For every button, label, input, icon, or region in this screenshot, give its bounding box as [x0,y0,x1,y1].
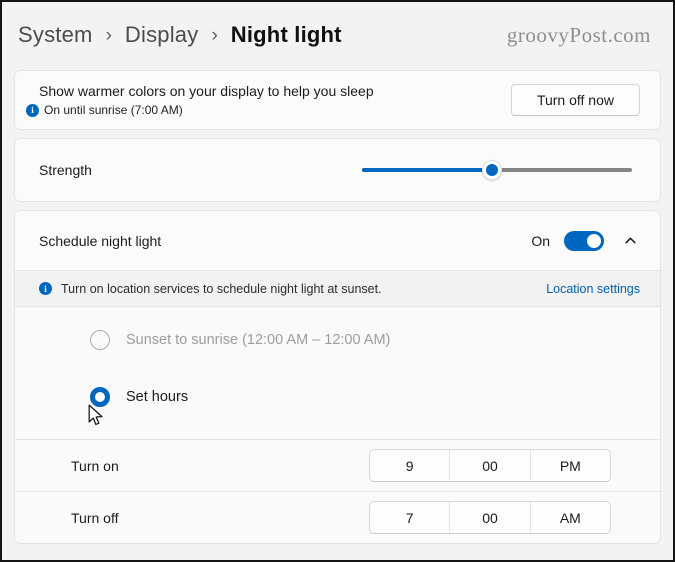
turn-off-hour-field[interactable]: 7 [370,502,449,533]
schedule-label: Schedule night light [39,232,162,249]
option-sunset-to-sunrise: Sunset to sunrise (12:00 AM – 12:00 AM) [90,330,660,350]
strength-slider-thumb[interactable] [481,160,502,180]
watermark: groovyPost.com [506,22,651,47]
location-info-bar: i Turn on location services to schedule … [15,271,660,306]
info-icon: i [39,282,52,295]
night-light-status-card: Show warmer colors on your display to he… [14,70,661,130]
breadcrumb: System › Display › Night light [18,22,342,48]
night-light-status-info: Show warmer colors on your display to he… [26,83,374,117]
strength-slider[interactable] [362,160,632,180]
strength-slider-fill [362,168,492,172]
strength-card: Strength [14,138,661,202]
toggle-knob [587,233,601,248]
turn-off-minute-field[interactable]: 00 [449,502,529,533]
location-info-left: i Turn on location services to schedule … [39,282,382,296]
chevron-right-icon: › [105,24,112,46]
option-set-hours-label: Set hours [126,389,189,405]
location-info-text: Turn on location services to schedule ni… [61,281,382,296]
schedule-options: Sunset to sunrise (12:00 AM – 12:00 AM) … [15,307,660,439]
turn-on-hour-field[interactable]: 9 [370,450,449,481]
night-light-status-text: On until sunrise (7:00 AM) [44,103,183,117]
turn-off-row: Turn off 7 00 AM [15,492,660,543]
turn-on-time-picker[interactable]: 9 00 PM [369,449,611,482]
schedule-header-controls: On [531,229,642,253]
option-set-hours[interactable]: Set hours [90,387,660,407]
turn-off-period-field[interactable]: AM [529,502,610,533]
settings-main: Show warmer colors on your display to he… [14,70,661,544]
turn-off-time-picker[interactable]: 7 00 AM [369,501,611,534]
schedule-card: Schedule night light On i Turn on locati… [14,210,661,544]
option-sunset-label: Sunset to sunrise (12:00 AM – 12:00 AM) [126,332,391,348]
settings-window: System › Display › Night light groovyPos… [0,0,675,562]
breadcrumb-display[interactable]: Display [125,22,199,48]
turn-on-label: Turn on [71,457,119,474]
night-light-status-row: i On until sunrise (7:00 AM) [26,103,374,117]
breadcrumb-system[interactable]: System [18,22,93,48]
info-icon: i [26,103,39,117]
turn-on-minute-field[interactable]: 00 [449,450,529,481]
mouse-cursor-icon [87,404,104,432]
page-title: Night light [230,22,342,47]
location-settings-link[interactable]: Location settings [546,282,640,296]
chevron-up-icon[interactable] [618,229,642,253]
radio-disabled-icon [90,330,110,350]
schedule-toggle-state: On [531,232,550,249]
turn-on-period-field[interactable]: PM [529,450,610,481]
schedule-toggle[interactable] [564,230,604,251]
turn-on-row: Turn on 9 00 PM [15,440,660,491]
schedule-expander-header[interactable]: Schedule night light On [15,211,660,270]
chevron-right-icon: › [211,24,218,46]
strength-label: Strength [39,162,92,178]
turn-off-label: Turn off [71,509,119,526]
page-header: System › Display › Night light groovyPos… [2,2,673,54]
night-light-description: Show warmer colors on your display to he… [39,83,374,99]
turn-off-now-button[interactable]: Turn off now [510,84,640,116]
